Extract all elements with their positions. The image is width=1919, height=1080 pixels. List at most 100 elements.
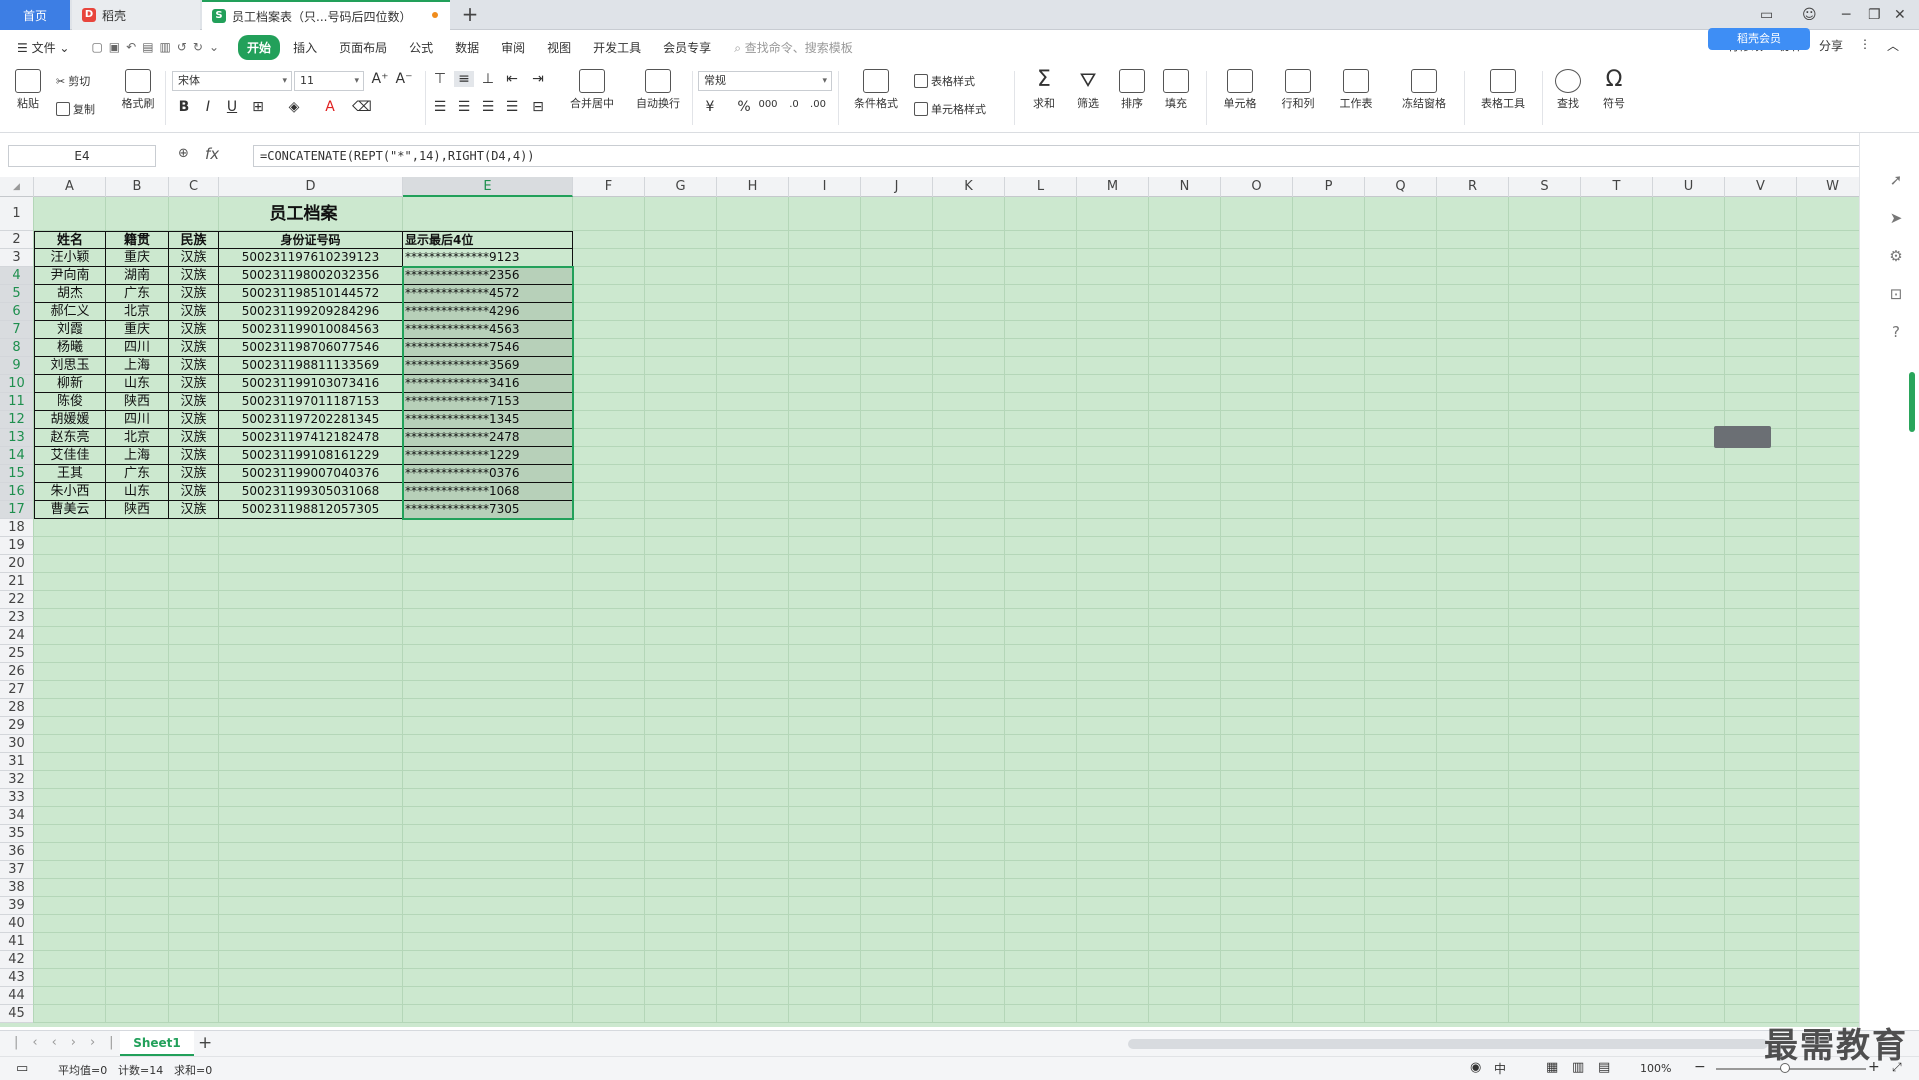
table-cell[interactable]: 陕西 xyxy=(106,393,169,411)
table-cell[interactable]: 北京 xyxy=(106,303,169,321)
row-header-11[interactable]: 11 xyxy=(0,393,34,411)
page-layout-view-icon[interactable]: ▥ xyxy=(1572,1060,1584,1075)
table-cell[interactable]: 汉族 xyxy=(169,321,219,339)
column-header-Q[interactable]: Q xyxy=(1365,177,1437,197)
menu-insert[interactable]: 插入 xyxy=(284,35,326,60)
currency-button[interactable]: ¥ xyxy=(700,99,720,115)
filter-button[interactable]: ⛛ 筛选 xyxy=(1068,69,1108,111)
align-center-icon[interactable]: ☰ xyxy=(454,99,474,115)
increase-font-icon[interactable]: A⁺ xyxy=(370,71,390,87)
table-cell[interactable]: 500231197412182478 xyxy=(219,429,403,447)
command-search[interactable]: ⌕ 查找命令、搜索模板 xyxy=(734,39,853,56)
fill-button[interactable]: 填充 xyxy=(1156,69,1196,111)
table-cell[interactable]: **************1229 xyxy=(403,447,573,465)
column-header-U[interactable]: U xyxy=(1653,177,1725,197)
percent-button[interactable]: % xyxy=(734,99,754,115)
table-cell[interactable]: 胡杰 xyxy=(34,285,106,303)
row-header-1[interactable]: 1 xyxy=(0,197,34,231)
sheet-nav-icon[interactable]: |‹‹››| xyxy=(14,1035,128,1050)
table-cell[interactable]: 曹美云 xyxy=(34,501,106,519)
table-cell[interactable]: 500231198706077546 xyxy=(219,339,403,357)
align-right-icon[interactable]: ☰ xyxy=(478,99,498,115)
sheet-tab-sheet1[interactable]: Sheet1 xyxy=(120,1031,194,1056)
copy-button[interactable]: 复制 xyxy=(56,101,95,117)
more-icon[interactable]: ⋮ xyxy=(1859,37,1871,54)
rocket-icon[interactable]: ➚ xyxy=(1886,171,1906,191)
table-cell[interactable]: 汉族 xyxy=(169,267,219,285)
table-cell[interactable]: **************2356 xyxy=(403,267,573,285)
number-format-select[interactable]: 常规 ▾ xyxy=(698,71,832,91)
merge-center-button[interactable]: 合并居中 xyxy=(562,69,622,111)
select-all-corner[interactable]: ◢ xyxy=(0,177,34,197)
zoom-slider[interactable] xyxy=(1716,1068,1866,1070)
font-color-icon[interactable]: A xyxy=(320,99,340,115)
restore-icon[interactable]: ❐ xyxy=(1868,0,1881,30)
column-header-R[interactable]: R xyxy=(1437,177,1509,197)
table-cell[interactable]: 上海 xyxy=(106,447,169,465)
table-cell[interactable]: **************7546 xyxy=(403,339,573,357)
table-cell[interactable]: **************7153 xyxy=(403,393,573,411)
row-header-27[interactable]: 27 xyxy=(0,681,34,699)
table-cell[interactable]: 500231199103073416 xyxy=(219,375,403,393)
column-header-I[interactable]: I xyxy=(789,177,861,197)
table-cell[interactable]: 汉族 xyxy=(169,285,219,303)
table-cell[interactable]: **************4296 xyxy=(403,303,573,321)
row-header-4[interactable]: 4 xyxy=(0,267,34,285)
table-cell[interactable]: 郝仁义 xyxy=(34,303,106,321)
cell-button[interactable]: 单元格 xyxy=(1214,69,1266,111)
row-header-17[interactable]: 17 xyxy=(0,501,34,519)
row-header-13[interactable]: 13 xyxy=(0,429,34,447)
row-header-44[interactable]: 44 xyxy=(0,987,34,1005)
row-header-19[interactable]: 19 xyxy=(0,537,34,555)
tab-home[interactable]: 首页 xyxy=(0,0,70,30)
table-cell[interactable]: 柳新 xyxy=(34,375,106,393)
table-cell[interactable]: 四川 xyxy=(106,411,169,429)
menu-data[interactable]: 数据 xyxy=(446,35,488,60)
table-cell[interactable]: 广东 xyxy=(106,465,169,483)
table-cell[interactable]: 汉族 xyxy=(169,339,219,357)
column-header-M[interactable]: M xyxy=(1077,177,1149,197)
table-cell[interactable]: **************4572 xyxy=(403,285,573,303)
table-cell[interactable]: 北京 xyxy=(106,429,169,447)
table-cell[interactable]: 四川 xyxy=(106,339,169,357)
align-middle-icon[interactable]: ≡ xyxy=(454,71,474,87)
row-header-10[interactable]: 10 xyxy=(0,375,34,393)
underline-button[interactable]: U xyxy=(222,99,242,115)
table-cell[interactable]: 广东 xyxy=(106,285,169,303)
quick-tools-icon[interactable]: ▢▣↶▤▥↺↻⌄ xyxy=(82,36,234,58)
normal-view-icon[interactable]: ▦ xyxy=(1546,1060,1558,1075)
thousands-button[interactable]: 000 xyxy=(758,99,778,110)
border-icon[interactable]: ⊞ xyxy=(248,99,268,115)
cut-button[interactable]: ✂ 剪切 xyxy=(56,73,90,89)
menu-review[interactable]: 审阅 xyxy=(492,35,534,60)
table-cell[interactable]: **************7305 xyxy=(403,501,573,519)
file-menu[interactable]: ☰ 文件 ⌄ xyxy=(8,35,78,60)
table-cell[interactable]: 汉族 xyxy=(169,249,219,267)
table-cell[interactable]: 500231198002032356 xyxy=(219,267,403,285)
new-tab-button[interactable]: + xyxy=(458,3,482,27)
row-header-7[interactable]: 7 xyxy=(0,321,34,339)
table-cell[interactable]: 500231197610239123 xyxy=(219,249,403,267)
table-cell[interactable]: 500231198510144572 xyxy=(219,285,403,303)
row-col-button[interactable]: 行和列 xyxy=(1272,69,1324,111)
table-cell[interactable]: 杨曦 xyxy=(34,339,106,357)
row-header-32[interactable]: 32 xyxy=(0,771,34,789)
table-header-cell[interactable]: 姓名 xyxy=(34,231,106,249)
fill-color-icon[interactable]: ◈ xyxy=(284,99,304,115)
horizontal-scrollbar[interactable] xyxy=(1128,1039,1768,1049)
column-header-F[interactable]: F xyxy=(573,177,645,197)
column-header-V[interactable]: V xyxy=(1725,177,1797,197)
row-header-26[interactable]: 26 xyxy=(0,663,34,681)
column-header-L[interactable]: L xyxy=(1005,177,1077,197)
table-cell[interactable]: **************3569 xyxy=(403,357,573,375)
decimal-decrease-icon[interactable]: .00 xyxy=(808,99,828,110)
table-cell[interactable]: 陈俊 xyxy=(34,393,106,411)
justify-icon[interactable]: ☰ xyxy=(502,99,522,115)
freeze-panes-button[interactable]: 冻结窗格 xyxy=(1392,69,1456,111)
table-cell[interactable]: 汪小颖 xyxy=(34,249,106,267)
align-bottom-icon[interactable]: ⊥ xyxy=(478,71,498,87)
user-avatar-icon[interactable]: ☺ xyxy=(1802,0,1817,30)
minimize-icon[interactable]: ─ xyxy=(1842,0,1850,30)
table-cell[interactable]: 朱小西 xyxy=(34,483,106,501)
crop-icon[interactable]: ⊡ xyxy=(1886,285,1906,305)
